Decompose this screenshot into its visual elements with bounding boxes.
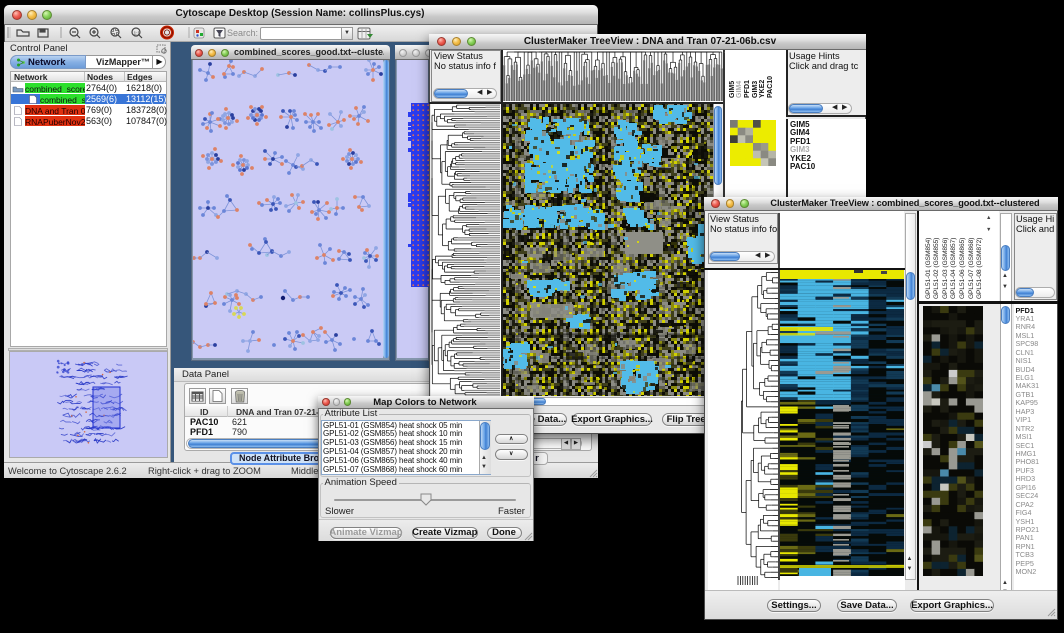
svg-text:1:1: 1:1 [134,31,141,36]
